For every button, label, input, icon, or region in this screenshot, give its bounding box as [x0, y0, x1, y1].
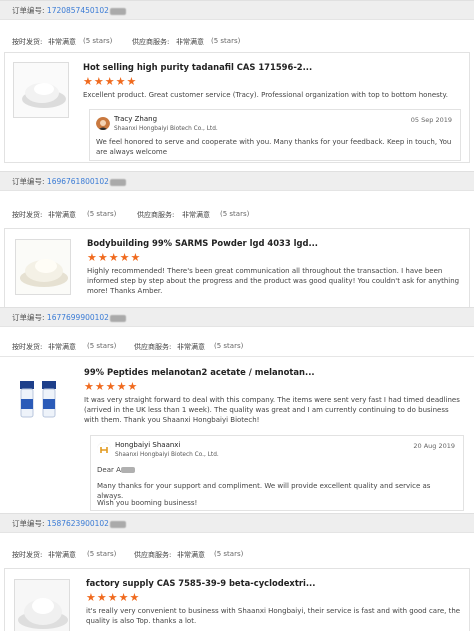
- service-label: 供应商服务:: [134, 343, 172, 351]
- review-text: Excellent product. Great customer servic…: [83, 91, 448, 99]
- redacted-mark: [109, 178, 126, 186]
- order-header: 订单编号: 1587623900102: [0, 513, 474, 533]
- reply-date: 20 Aug 2019: [413, 442, 455, 450]
- order-header: 订单编号: 1696761800102: [0, 171, 474, 191]
- service-rating: 非常满意: [176, 38, 204, 46]
- service-rating: 非常满意: [177, 551, 205, 559]
- reply-company: Shaanxi Hongbaiyi Biotech Co., Ltd.: [114, 126, 218, 132]
- reply-text: We feel honored to serve and cooperate w…: [96, 138, 452, 156]
- delivery-stars: (5 stars): [87, 210, 117, 218]
- review-card: factory supply CAS 7585-39-9 beta-cyclod…: [4, 568, 470, 631]
- service-label: 供应商服务:: [134, 551, 172, 559]
- order-number-label: 订单编号:: [12, 177, 45, 186]
- delivery-rating: 非常满意: [48, 551, 76, 559]
- redacted-mark: [120, 467, 135, 473]
- order-header: 订单编号: 1720857450102: [0, 0, 474, 20]
- review-card: Hot selling high purity tadanafil CAS 17…: [4, 52, 470, 163]
- review-text: Highly recommended! There's been great c…: [87, 267, 460, 295]
- rating-stars: ★★★★★: [84, 380, 139, 393]
- service-label: 供应商服务:: [132, 38, 170, 46]
- delivery-rating: 非常满意: [48, 211, 76, 219]
- product-title[interactable]: 99% Peptides melanotan2 acetate / melano…: [84, 367, 315, 377]
- service-stars: (5 stars): [211, 37, 241, 45]
- reply-greeting: Dear A: [97, 465, 455, 475]
- avatar: [97, 442, 111, 456]
- order-number-label: 订单编号:: [12, 519, 45, 528]
- delivery-stars: (5 stars): [87, 550, 117, 558]
- vials-image: [10, 367, 66, 423]
- product-thumbnail[interactable]: [14, 579, 70, 631]
- rating-stars: ★★★★★: [83, 75, 138, 88]
- order-number[interactable]: 1677699900102: [47, 313, 109, 322]
- order-number[interactable]: 1720857450102: [47, 6, 109, 15]
- delivery-stars: (5 stars): [83, 37, 113, 45]
- reply-closing: Wish you booming business!: [97, 499, 198, 507]
- review-card: 99% Peptides melanotan2 acetate / melano…: [4, 361, 470, 513]
- service-stars: (5 stars): [214, 342, 244, 350]
- company-logo-icon: [97, 443, 111, 456]
- order-number-label: 订单编号:: [12, 6, 45, 15]
- redacted-mark: [109, 7, 126, 15]
- service-label: 供应商服务:: [137, 211, 175, 219]
- review-text: It was very straight forward to deal wit…: [84, 396, 460, 424]
- product-thumbnail[interactable]: [10, 367, 66, 423]
- order-number[interactable]: 1696761800102: [47, 177, 109, 186]
- person-avatar-icon: [96, 117, 110, 130]
- service-rating: 非常满意: [177, 343, 205, 351]
- product-thumbnail[interactable]: [13, 62, 69, 118]
- seller-reply: Tracy Zhang Shaanxi Hongbaiyi Biotech Co…: [89, 109, 461, 161]
- order-number[interactable]: 1587623900102: [47, 519, 109, 528]
- delivery-label: 按时发货:: [12, 211, 43, 219]
- reply-author: Tracy Zhang: [114, 115, 158, 123]
- rating-stars: ★★★★★: [86, 591, 141, 604]
- service-rating: 非常满意: [182, 211, 210, 219]
- feedback-page: 订单编号: 1720857450102 按时发货: 非常满意 (5 stars)…: [0, 0, 474, 631]
- redacted-mark: [109, 520, 126, 528]
- service-stars: (5 stars): [220, 210, 250, 218]
- divider: [0, 356, 474, 357]
- review-card: Bodybuilding 99% SARMS Powder lgd 4033 l…: [4, 228, 470, 308]
- review-text: it's really very convenient to business …: [86, 607, 461, 625]
- reply-date: 05 Sep 2019: [410, 116, 452, 124]
- rating-stars: ★★★★★: [87, 251, 142, 264]
- white-powder-image: [16, 240, 70, 294]
- delivery-stars: (5 stars): [87, 342, 117, 350]
- avatar: [96, 116, 110, 130]
- product-title[interactable]: factory supply CAS 7585-39-9 beta-cyclod…: [86, 578, 315, 588]
- white-powder-image: [14, 63, 68, 117]
- product-title[interactable]: Bodybuilding 99% SARMS Powder lgd 4033 l…: [87, 238, 318, 248]
- service-stars: (5 stars): [214, 550, 244, 558]
- reply-company: Shaanxi Hongbaiyi Biotech Co., Ltd.: [115, 452, 219, 458]
- delivery-rating: 非常满意: [48, 343, 76, 351]
- delivery-label: 按时发货:: [12, 551, 43, 559]
- product-title[interactable]: Hot selling high purity tadanafil CAS 17…: [83, 62, 312, 72]
- delivery-rating: 非常满意: [48, 38, 76, 46]
- order-number-label: 订单编号:: [12, 313, 45, 322]
- reply-author: Hongbaiyi Shaanxi: [115, 441, 181, 449]
- redacted-mark: [109, 314, 126, 322]
- product-thumbnail[interactable]: [15, 239, 71, 295]
- delivery-label: 按时发货:: [12, 343, 43, 351]
- delivery-label: 按时发货:: [12, 38, 43, 46]
- white-powder-image: [15, 580, 69, 631]
- seller-reply: Hongbaiyi Shaanxi Shaanxi Hongbaiyi Biot…: [90, 435, 464, 511]
- order-header: 订单编号: 1677699900102: [0, 307, 474, 327]
